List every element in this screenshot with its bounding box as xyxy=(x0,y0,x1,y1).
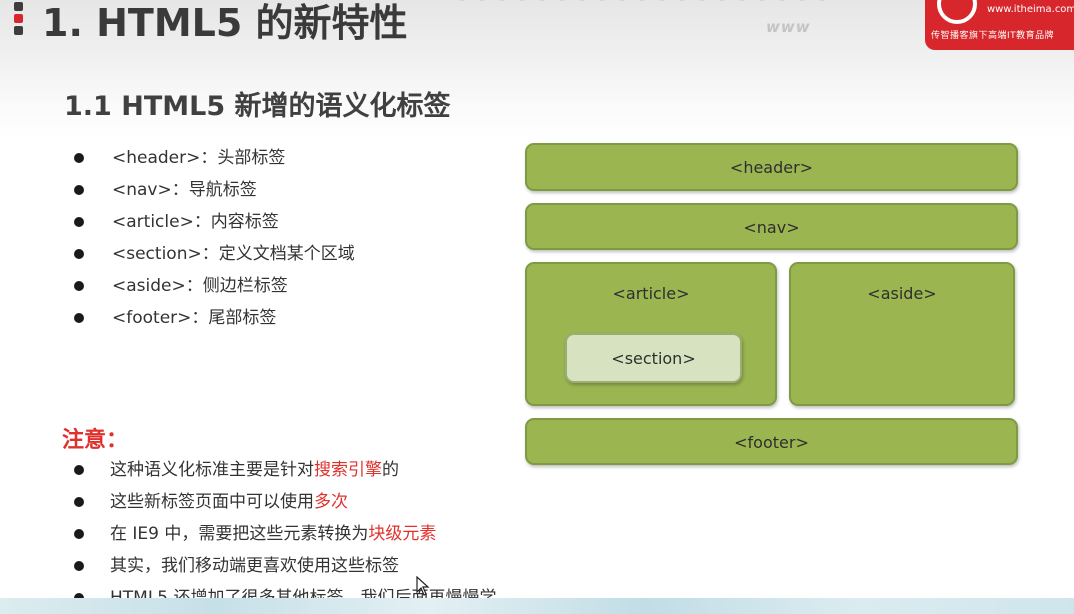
mouse-cursor-icon xyxy=(416,576,430,596)
diagram-nav-block: <nav> xyxy=(525,203,1018,250)
list-item: 这些新标签页面中可以使用多次 xyxy=(70,486,497,518)
section-subtitle: 1.1 HTML5 新增的语义化标签 xyxy=(64,91,451,122)
note-text: 这些新标签页面中可以使用 xyxy=(110,492,314,512)
logo-url: www.itheima.com xyxy=(987,4,1074,15)
note-highlight: 搜索引擎 xyxy=(314,460,382,480)
tag-desc: ：头部标签 xyxy=(200,148,286,168)
note-text: 这种语义化标准主要是针对 xyxy=(110,460,314,480)
bullet-icon xyxy=(74,529,84,539)
list-item: 这种语义化标准主要是针对搜索引擎的 xyxy=(70,454,497,486)
note-text-tail: 的 xyxy=(382,460,399,480)
logo-slogan: 传智播客旗下高端IT教育品牌 xyxy=(931,31,1055,41)
list-item: <article>：内容标签 xyxy=(70,206,355,238)
tag-desc: ：导航标签 xyxy=(171,180,257,200)
diagram-header-block: <header> xyxy=(525,143,1018,191)
diagram-nav-label: <nav> xyxy=(743,218,800,237)
note-list: 这种语义化标准主要是针对搜索引擎的 这些新标签页面中可以使用多次 在 IE9 中… xyxy=(70,454,497,614)
bullet-icon xyxy=(74,313,84,323)
diagram-header-label: <header> xyxy=(729,158,814,177)
bullet-icon xyxy=(74,281,84,291)
note-title: 注意： xyxy=(62,428,129,453)
tag-name: <section> xyxy=(112,244,202,264)
tag-name: <aside> xyxy=(112,276,186,296)
bullet-icon xyxy=(74,497,84,507)
watermark-text: www xyxy=(766,18,811,36)
wave-decoration-icon: ︶︶︶︶︶︶︶︶︶︶︶︶︶︶︶︶︶︶︶ xyxy=(455,0,835,13)
tag-name: <footer> xyxy=(112,308,192,328)
title-bullet-icon xyxy=(12,0,24,40)
list-item: <header>：头部标签 xyxy=(70,142,355,174)
bullet-icon xyxy=(74,249,84,259)
itheima-logo: www.itheima.com 传智播客旗下高端IT教育品牌 xyxy=(925,0,1074,50)
bottom-decoration xyxy=(0,598,1074,614)
diagram-section-label: <section> xyxy=(611,349,696,368)
note-highlight: 多次 xyxy=(314,492,348,512)
list-item: 在 IE9 中，需要把这些元素转换为块级元素 xyxy=(70,518,497,550)
diagram-section-block: <section> xyxy=(565,333,742,383)
bullet-icon xyxy=(74,561,84,571)
tag-desc: ：内容标签 xyxy=(193,212,279,232)
tag-name: <article> xyxy=(112,212,194,232)
diagram-footer-block: <footer> xyxy=(525,418,1018,465)
tag-desc: ：定义文档某个区域 xyxy=(201,244,355,264)
list-item: <section>：定义文档某个区域 xyxy=(70,238,355,270)
list-item: 其实，我们移动端更喜欢使用这些标签 xyxy=(70,550,497,582)
diagram-aside-label: <aside> xyxy=(867,284,937,303)
bullet-icon xyxy=(74,217,84,227)
tag-name: <header> xyxy=(112,148,201,168)
tag-desc: ：侧边栏标签 xyxy=(185,276,288,296)
tag-name: <nav> xyxy=(112,180,172,200)
list-item: <nav>：导航标签 xyxy=(70,174,355,206)
list-item: <aside>：侧边栏标签 xyxy=(70,270,355,302)
bullet-icon xyxy=(74,465,84,475)
bullet-icon xyxy=(74,153,84,163)
slide-title: 1. HTML5 的新特性 xyxy=(42,1,408,45)
diagram-article-label: <article> xyxy=(612,284,690,303)
note-text: 在 IE9 中，需要把这些元素转换为 xyxy=(110,524,369,544)
bullet-icon xyxy=(74,185,84,195)
tag-desc: ：尾部标签 xyxy=(191,308,277,328)
diagram-footer-label: <footer> xyxy=(734,433,809,452)
semantic-tag-list: <header>：头部标签 <nav>：导航标签 <article>：内容标签 … xyxy=(70,142,355,334)
note-text: 其实，我们移动端更喜欢使用这些标签 xyxy=(110,556,399,576)
list-item: <footer>：尾部标签 xyxy=(70,302,355,334)
diagram-aside-block: <aside> xyxy=(789,262,1015,406)
logo-circle-icon xyxy=(937,0,977,24)
note-highlight: 块级元素 xyxy=(368,524,437,544)
